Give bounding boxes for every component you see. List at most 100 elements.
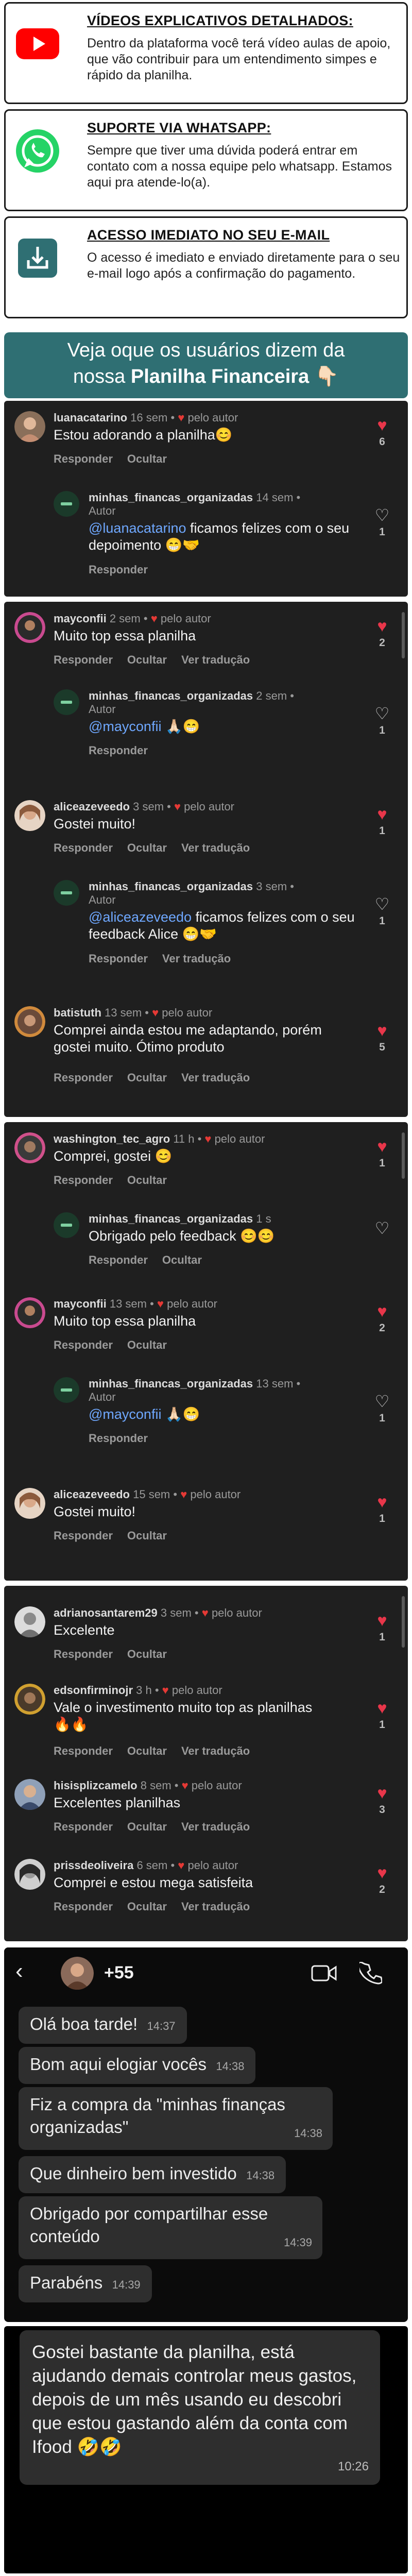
reply-button[interactable]: Responder bbox=[54, 653, 113, 666]
mention[interactable]: @mayconfii bbox=[89, 719, 161, 734]
hide-button[interactable]: Ocultar bbox=[162, 1253, 202, 1266]
reply-button[interactable]: Responder bbox=[54, 1648, 113, 1660]
like-button[interactable]: ♥ 6 bbox=[372, 416, 392, 448]
translate-button[interactable]: Ver tradução bbox=[181, 1071, 250, 1084]
username[interactable]: minhas_financas_organizadas bbox=[89, 880, 253, 893]
mention[interactable]: @mayconfii bbox=[89, 1406, 161, 1422]
like-button[interactable]: ♥ 3 bbox=[372, 1784, 392, 1816]
username[interactable]: washington_tec_agro bbox=[54, 1132, 170, 1145]
hide-button[interactable]: Ocultar bbox=[127, 653, 167, 666]
like-count: 6 bbox=[379, 436, 385, 448]
username[interactable]: adrianosantarem29 bbox=[54, 1606, 158, 1619]
reply-button[interactable]: Responder bbox=[54, 1820, 113, 1833]
comment-text: @mayconfii 🙏🏻😁 bbox=[89, 1406, 356, 1423]
like-button[interactable]: ♥ 5 bbox=[372, 1022, 392, 1054]
reply-button[interactable]: Responder bbox=[54, 1529, 113, 1542]
comment-text: Estou adorando a planilha😊 bbox=[54, 427, 233, 443]
reply-button[interactable]: Responder bbox=[54, 1071, 113, 1084]
like-button[interactable]: ♡ 1 bbox=[372, 705, 392, 737]
phone-icon[interactable] bbox=[357, 1961, 383, 1987]
like-button[interactable]: ♥ 1 bbox=[372, 1138, 392, 1170]
reply-button[interactable]: Responder bbox=[54, 1744, 113, 1757]
heart-icon: ♥ bbox=[377, 1021, 387, 1040]
username[interactable]: edsonfirminojr bbox=[54, 1684, 133, 1697]
like-count: 5 bbox=[379, 1041, 385, 1053]
reply-button[interactable]: Responder bbox=[89, 563, 148, 576]
comment-meta: aliceazeveedo 15 sem • ♥ pelo autor bbox=[54, 1488, 241, 1501]
username[interactable]: hisisplizcamelo bbox=[54, 1779, 138, 1792]
hide-button[interactable]: Ocultar bbox=[127, 1648, 167, 1660]
reply-button[interactable]: Responder bbox=[54, 1174, 113, 1187]
scrollbar[interactable] bbox=[402, 612, 405, 658]
username[interactable]: minhas_financas_organizadas bbox=[89, 1377, 253, 1390]
scrollbar[interactable] bbox=[402, 1132, 405, 1179]
avatar bbox=[14, 1006, 45, 1037]
reply-button[interactable]: Responder bbox=[89, 1432, 148, 1445]
comment-time: 13 sem bbox=[105, 1006, 142, 1019]
like-button[interactable]: ♥ 2 bbox=[372, 617, 392, 649]
username[interactable]: prissdeoliveira bbox=[54, 1859, 133, 1872]
username[interactable]: luanacatarino bbox=[54, 411, 127, 424]
like-button[interactable]: ♡ 1 bbox=[372, 506, 392, 538]
like-button[interactable]: ♥ 1 bbox=[372, 805, 392, 837]
reply-button[interactable]: Responder bbox=[89, 1253, 148, 1266]
comment-time: 13 sem bbox=[109, 1297, 147, 1310]
like-button[interactable]: ♥ 2 bbox=[372, 1864, 392, 1896]
comment-actions: Responder Ocultar Ver tradução bbox=[54, 1820, 264, 1834]
like-button[interactable]: ♡ 1 bbox=[372, 1393, 392, 1425]
hide-button[interactable]: Ocultar bbox=[127, 1529, 167, 1542]
hide-button[interactable]: Ocultar bbox=[127, 1900, 167, 1913]
feature-card-email: ACESSO IMEDIATO NO SEU E-MAIL O acesso é… bbox=[4, 216, 408, 318]
translate-button[interactable]: Ver tradução bbox=[181, 653, 250, 666]
comment-meta: batistuth 13 sem • ♥ pelo autor bbox=[54, 1006, 213, 1019]
username[interactable]: mayconfii bbox=[54, 1297, 107, 1310]
reply-button[interactable]: Responder bbox=[54, 841, 113, 854]
translate-button[interactable]: Ver tradução bbox=[181, 1820, 250, 1833]
translate-button[interactable]: Ver tradução bbox=[181, 1900, 250, 1913]
like-button[interactable]: ♥ 2 bbox=[372, 1302, 392, 1334]
comment-actions: Responder Ocultar Ver tradução bbox=[54, 841, 264, 855]
username[interactable]: minhas_financas_organizadas bbox=[89, 689, 253, 702]
reply-button[interactable]: Responder bbox=[54, 1900, 113, 1913]
back-arrow-icon[interactable]: ‹ bbox=[15, 1960, 23, 1982]
username[interactable]: batistuth bbox=[54, 1006, 101, 1019]
comment-text: Comprei e estou mega satisfeita bbox=[54, 1875, 253, 1890]
feature-title: ACESSO IMEDIATO NO SEU E-MAIL bbox=[87, 227, 330, 243]
comment-text: Gostei muito! bbox=[54, 816, 136, 832]
username[interactable]: minhas_financas_organizadas bbox=[89, 1212, 253, 1225]
mention[interactable]: @luanacatarino bbox=[89, 520, 186, 536]
hide-button[interactable]: Ocultar bbox=[127, 1174, 167, 1187]
scrollbar[interactable] bbox=[402, 1596, 405, 1648]
comment-text: Excelente bbox=[54, 1622, 115, 1638]
translate-button[interactable]: Ver tradução bbox=[162, 952, 231, 965]
heart-outline-icon: ♡ bbox=[374, 1219, 390, 1238]
username[interactable]: aliceazeveedo bbox=[54, 1488, 130, 1501]
reply-button[interactable]: Responder bbox=[54, 452, 113, 465]
like-button[interactable]: ♥ 1 bbox=[372, 1493, 392, 1525]
reply-button[interactable]: Responder bbox=[89, 744, 148, 757]
hide-button[interactable]: Ocultar bbox=[127, 1071, 167, 1084]
like-button[interactable]: ♡ bbox=[372, 1219, 392, 1237]
hide-button[interactable]: Ocultar bbox=[127, 1820, 167, 1833]
reply-button[interactable]: Responder bbox=[54, 1338, 113, 1351]
translate-button[interactable]: Ver tradução bbox=[181, 1744, 250, 1757]
author-like-label: pelo autor bbox=[162, 1006, 213, 1019]
like-button[interactable]: ♥ 1 bbox=[372, 1699, 392, 1731]
mention[interactable]: @aliceazeveedo bbox=[89, 909, 192, 925]
reply-button[interactable]: Responder bbox=[89, 952, 148, 965]
like-button[interactable]: ♡ 1 bbox=[372, 895, 392, 927]
like-button[interactable]: ♥ 1 bbox=[372, 1612, 392, 1643]
hide-button[interactable]: Ocultar bbox=[127, 452, 167, 465]
hide-button[interactable]: Ocultar bbox=[127, 1338, 167, 1351]
comment-text: Muito top essa planilha bbox=[54, 1313, 196, 1329]
hide-button[interactable]: Ocultar bbox=[127, 1744, 167, 1757]
username[interactable]: aliceazeveedo bbox=[54, 800, 130, 813]
contact-name[interactable]: +55 bbox=[104, 1963, 134, 1983]
hide-button[interactable]: Ocultar bbox=[127, 841, 167, 854]
username[interactable]: mayconfii bbox=[54, 612, 107, 625]
translate-button[interactable]: Ver tradução bbox=[181, 841, 250, 854]
video-call-icon[interactable] bbox=[311, 1963, 337, 1986]
username[interactable]: minhas_financas_organizadas bbox=[89, 491, 253, 504]
avatar[interactable] bbox=[61, 1957, 94, 1990]
heart-icon: ♥ bbox=[150, 612, 158, 625]
